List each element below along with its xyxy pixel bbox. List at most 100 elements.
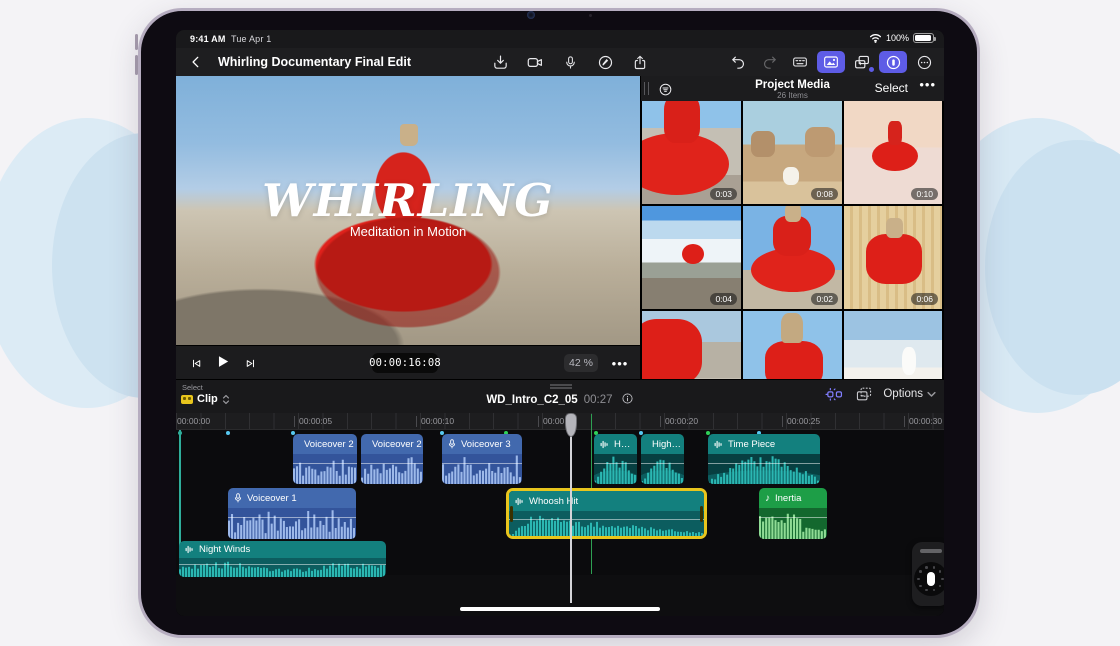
viewer-more-button[interactable]: ••• (606, 352, 634, 374)
ruler-label: 00:00:25 (782, 416, 820, 427)
media-grid: 0:03 0:08 0:10 0:04 0:02 0:06 (642, 101, 944, 379)
keyboard-button[interactable] (786, 51, 814, 73)
audio-wave-icon (185, 545, 194, 554)
timeline-clip[interactable]: Voiceover 2 (361, 434, 423, 484)
media-thumbnail[interactable] (844, 311, 942, 379)
undo-button[interactable] (724, 51, 752, 73)
front-camera (527, 11, 535, 19)
timeline-drag-handle[interactable] (550, 384, 572, 389)
select-mode-label: Select (182, 383, 203, 392)
media-thumbnail[interactable]: 0:03 (642, 101, 741, 204)
media-panel-header: Project Media 26 Items Select ••• (641, 76, 944, 101)
timeline-clip[interactable]: Voiceover 1 (228, 488, 356, 539)
timeline-clip[interactable]: Night Winds (179, 541, 386, 577)
zoom-level-display[interactable]: 42 % (564, 354, 598, 372)
audio-wave-icon (600, 440, 609, 449)
project-title: Whirling Documentary Final Edit (218, 55, 411, 69)
previous-frame-button[interactable] (182, 352, 210, 374)
mic-icon (234, 493, 242, 503)
timeline-clip[interactable]: Voiceover 2 (293, 434, 357, 484)
jog-dial-dot (933, 566, 936, 569)
timeline-clip[interactable]: Time Piece (708, 434, 820, 484)
select-button[interactable]: Select (875, 81, 908, 95)
play-button[interactable] (208, 350, 236, 372)
battery-icon (913, 33, 934, 43)
microphone-button[interactable] (556, 51, 584, 73)
timeline-clip[interactable]: ♪Inertia (759, 488, 827, 539)
sensor-dot (589, 14, 592, 17)
jog-dial-dot (917, 578, 920, 581)
media-thumbnail[interactable]: 0:08 (743, 101, 842, 204)
info-icon[interactable] (621, 392, 634, 405)
jog-dial-dot (925, 566, 928, 569)
jog-dial-dot (939, 570, 942, 573)
video-overlay-title: WHIRLING (176, 174, 640, 227)
project-media-panel: Project Media 26 Items Select ••• 0:03 0… (641, 76, 944, 379)
jog-dial-dot (933, 589, 936, 592)
jog-dial-dot (925, 589, 928, 592)
overlay-clip-icon[interactable] (855, 386, 873, 402)
clip-duration-badge: 0:08 (811, 188, 838, 200)
trim-handle-right[interactable] (700, 506, 703, 522)
audio-wave-icon (515, 497, 524, 506)
titles-effects-button[interactable] (848, 51, 876, 73)
clip-duration-badge: 0:10 (911, 188, 938, 200)
status-bar: 9:41 AM Tue Apr 1 100% (176, 30, 944, 48)
share-button[interactable] (626, 51, 654, 73)
marketing-canvas: 9:41 AM Tue Apr 1 100% Whirling Document… (0, 0, 1120, 646)
timeline-clip[interactable]: Voiceover 3 (442, 434, 522, 484)
media-browser-button[interactable] (817, 51, 845, 73)
more-button[interactable] (910, 51, 938, 73)
timeline-clip-selected[interactable]: Whoosh Hit (506, 488, 707, 539)
redo-button[interactable] (755, 51, 783, 73)
app-toolbar: Whirling Documentary Final Edit (176, 48, 944, 76)
timeline-clip[interactable]: H… (594, 434, 637, 484)
clip-marker-dot (226, 431, 230, 435)
timeline-header: Select Clip WD_Intro_C2_0500:27 Options (176, 380, 944, 413)
jog-dial-dot (939, 585, 942, 588)
timeline-tracks: Voiceover 2 Voiceover 2 Voiceover 3 H… H… (176, 430, 944, 575)
media-thumbnail[interactable] (743, 311, 842, 379)
chevron-down-icon (927, 391, 936, 398)
timecode-display[interactable]: 00:00:16:08 (372, 353, 438, 373)
trim-handle-left[interactable] (510, 506, 513, 522)
jog-wheel[interactable] (912, 542, 944, 606)
next-frame-button[interactable] (236, 352, 264, 374)
back-button[interactable] (182, 51, 210, 73)
selected-clip-name: WD_Intro_C2_05 (486, 394, 577, 406)
camera-button[interactable] (521, 51, 549, 73)
options-dropdown[interactable]: Options (883, 388, 936, 400)
jog-drag-handle[interactable] (920, 549, 942, 553)
timeline-ruler[interactable]: 00:00:00 00:00:05 00:00:10 00:00:15 00:0… (176, 413, 944, 430)
clip-duration-badge: 0:03 (710, 188, 737, 200)
wifi-icon (869, 33, 882, 43)
jog-pointer (927, 572, 935, 586)
media-more-button[interactable]: ••• (919, 77, 936, 92)
ipad-screen: 9:41 AM Tue Apr 1 100% Whirling Document… (176, 30, 944, 616)
video-overlay-subtitle: Meditation in Motion (176, 224, 640, 239)
jog-dial-dot (919, 570, 922, 573)
ruler-label: 00:00:05 (294, 416, 332, 427)
media-thumbnail[interactable]: 0:06 (844, 206, 942, 309)
dervish-hat-graphic (400, 124, 418, 146)
status-time: 9:41 AM (190, 34, 226, 44)
connect-clips-icon[interactable] (825, 386, 845, 402)
video-viewer[interactable]: WHIRLING Meditation in Motion (176, 76, 640, 345)
jog-dial-dot (919, 585, 922, 588)
media-thumbnail[interactable]: 0:10 (844, 101, 942, 204)
jog-dial-dot (941, 578, 944, 581)
media-thumbnail[interactable] (642, 311, 741, 379)
media-thumbnail[interactable]: 0:04 (642, 206, 741, 309)
ruler-label: 00:00:10 (416, 416, 454, 427)
audio-wave-icon (714, 440, 723, 449)
media-thumbnail[interactable]: 0:02 (743, 206, 842, 309)
status-date: Tue Apr 1 (231, 34, 272, 44)
pencil-button[interactable] (591, 51, 619, 73)
music-note-icon: ♪ (765, 493, 770, 504)
import-button[interactable] (486, 51, 514, 73)
home-indicator[interactable] (460, 607, 660, 611)
jog-wheel-button[interactable] (879, 51, 907, 73)
timeline-clip[interactable]: High… (641, 434, 684, 484)
ruler-label: 00:00:20 (660, 416, 698, 427)
playhead-line[interactable] (570, 413, 572, 603)
